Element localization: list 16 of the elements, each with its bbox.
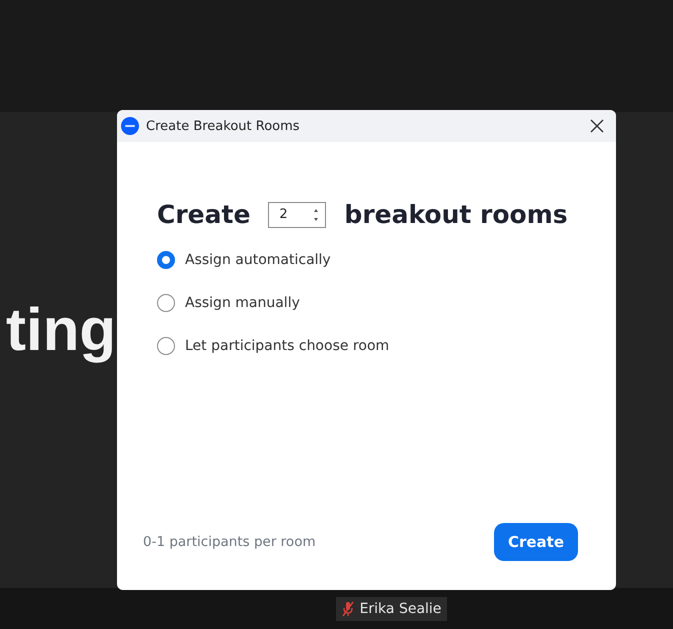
- option-label[interactable]: Assign manually: [185, 295, 300, 311]
- app-logo-icon: [121, 117, 139, 135]
- option-label[interactable]: Let participants choose room: [185, 338, 390, 354]
- option-label[interactable]: Assign automatically: [185, 252, 331, 268]
- heading-text: breakout rooms: [344, 200, 568, 229]
- radio-button[interactable]: [157, 251, 175, 269]
- radio-button[interactable]: [157, 337, 175, 355]
- heading-text: Create: [157, 200, 250, 229]
- radio-button[interactable]: [157, 294, 175, 312]
- close-icon[interactable]: [590, 119, 604, 133]
- create-button[interactable]: Create: [494, 523, 578, 561]
- rooms-info-text: 0-1 participants per room: [143, 534, 316, 550]
- spinner-arrows-icon[interactable]: [313, 206, 320, 222]
- participant-name: Erika Sealie: [360, 600, 442, 616]
- room-count-field[interactable]: 2: [268, 202, 326, 228]
- window-title: Create Breakout Rooms: [146, 118, 301, 134]
